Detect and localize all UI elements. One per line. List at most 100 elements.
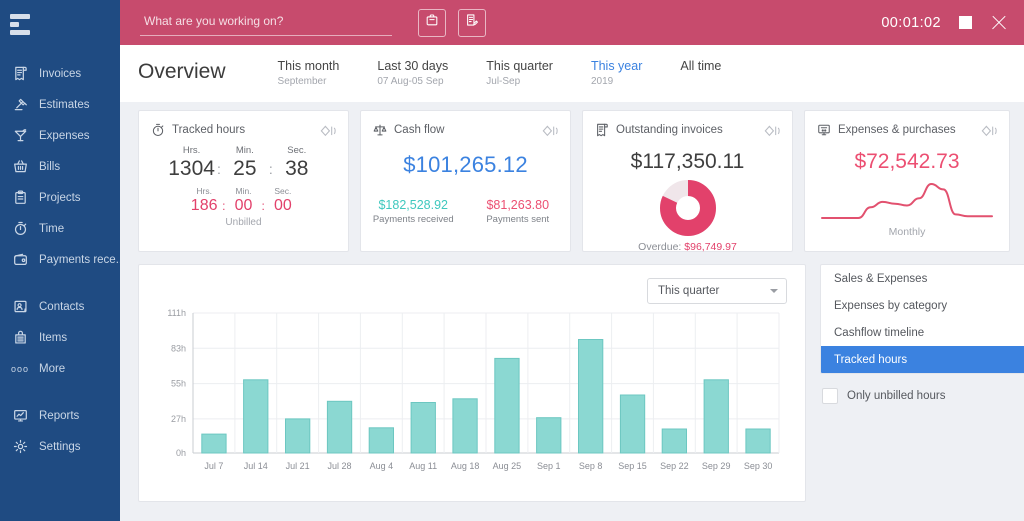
page-title: Overview [138,60,226,83]
tab-last-30-days[interactable]: Last 30 days 07 Aug-05 Sep [377,59,448,89]
page-header: Overview This month September Last 30 da… [120,45,1024,102]
minutes-unit: Min. 25 [223,145,267,180]
seconds-unit: Sec. 38 [275,145,319,180]
main-area: 00:01:02 Overview This month September L… [120,0,1024,521]
expand-diamond-icon[interactable] [764,124,782,137]
invoice-icon [594,122,610,138]
sidebar-item-payments-received[interactable]: Payments rece... [0,244,120,275]
svg-text:Sep 30: Sep 30 [744,461,773,471]
sidebar-item-label: Estimates [39,98,90,111]
stop-square-icon[interactable] [959,16,972,29]
outstanding-amount: $117,350.11 [630,150,745,173]
svg-text:27h: 27h [171,414,186,424]
only-unbilled-hours-checkbox[interactable] [822,388,838,404]
report-item-tracked-hours[interactable]: Tracked hours [821,346,1024,373]
payments-received: $182,528.92 Payments received [361,198,466,225]
svg-text:Aug 25: Aug 25 [493,461,522,471]
minutes-value: 00 [234,197,253,214]
sidebar-item-contacts[interactable]: Contacts [0,291,120,322]
gavel-icon [10,95,30,115]
svg-text:55h: 55h [171,379,186,389]
sidebar-item-label: Projects [39,191,81,204]
briefcase-icon [425,13,439,32]
svg-text:83h: 83h [171,343,186,353]
sidebar-item-invoices[interactable]: Invoices [0,58,120,89]
svg-text:Sep 1: Sep 1 [537,461,561,471]
report-item-label: Sales & Expenses [834,272,928,285]
sidebar-item-reports[interactable]: Reports [0,400,120,431]
sidebar-item-more[interactable]: ooo More [0,353,120,384]
card-tracked-hours: Tracked hours Hrs. 1304 : Min. 25: Sec.… [138,110,349,252]
seconds-value: 00 [273,197,292,214]
svg-text:Aug 18: Aug 18 [451,461,480,471]
briefcase-button[interactable] [418,8,446,37]
sent-amount: $81,263.80 [486,198,550,212]
sidebar-item-expenses[interactable]: Expenses [0,120,120,151]
card-cash-flow: Cash flow $101,265.12 $182,528.92 Paymen… [360,110,571,252]
card-expenses-purchases: Expenses & purchases $72,542.73 Monthly [804,110,1010,252]
sidebar-item-estimates[interactable]: Estimates [0,89,120,120]
sidebar-item-items[interactable]: Items [0,322,120,353]
timer-toolbar: 00:01:02 [120,0,1024,45]
tab-sublabel: 07 Aug-05 Sep [377,76,444,87]
sidebar: Invoices Estimates Expenses Bills Projec… [0,0,120,521]
sidebar-item-label: Bills [39,160,61,173]
unbilled-label: Unbilled [225,217,262,228]
tab-this-quarter[interactable]: This quarter Jul-Sep [486,59,553,89]
sidebar-item-label: Items [39,331,68,344]
tab-label: This quarter [486,59,553,73]
sidebar-item-time[interactable]: Time [0,213,120,244]
sidebar-item-bills[interactable]: Bills [0,151,120,182]
seconds-unit: Sec. 00 [266,186,300,215]
separator: : [216,161,221,177]
ellipsis-icon: ooo [10,363,30,374]
hours-unit: Hrs. 1304 [168,145,215,180]
report-item-sales-expenses[interactable]: Sales & Expenses [821,265,1024,292]
svg-text:Sep 29: Sep 29 [702,461,731,471]
sent-label: Payments sent [486,214,550,225]
overdue-amount: $96,749.97 [684,241,737,253]
unbilled-filter-row: Only unbilled hours [820,388,1024,404]
task-note-button[interactable] [458,8,486,37]
sidebar-item-label: Reports [39,409,80,422]
sidebar-divider-2 [0,384,120,400]
card-title: Expenses & purchases [838,124,956,136]
tab-this-month[interactable]: This month September [278,59,340,89]
svg-text:Aug 11: Aug 11 [409,461,437,471]
tab-label: This month [277,59,340,73]
overdue-label: Overdue: [638,241,682,253]
clipboard-icon [10,188,30,208]
expand-diamond-icon[interactable] [320,124,338,137]
tab-all-time[interactable]: All time [680,59,721,89]
sidebar-item-projects[interactable]: Projects [0,182,120,213]
tab-this-year[interactable]: This year 2019 [591,59,642,89]
expand-diamond-icon[interactable] [542,124,560,137]
sidebar-item-label: Invoices [39,67,82,80]
report-item-expenses-by-category[interactable]: Expenses by category [821,292,1024,319]
timer-description-input[interactable] [140,9,392,36]
tab-label: Last 30 days [377,59,449,73]
expand-diamond-icon[interactable] [981,124,999,137]
app-logo[interactable] [0,0,120,48]
report-item-cashflow-timeline[interactable]: Cashflow timeline [821,319,1024,346]
scales-icon [372,122,388,138]
report-list: Sales & Expenses Expenses by category Ca… [820,264,1024,374]
stopwatch-icon [150,122,166,138]
invoice-icon [10,64,30,84]
report-item-label: Tracked hours [834,353,908,366]
chart-range-select[interactable]: This quarter [647,278,787,304]
card-header: Cash flow [361,111,570,138]
chevron-down-icon [770,289,778,293]
separator: : [268,161,273,177]
sidebar-item-label: Settings [39,440,81,453]
tab-label: This year [590,59,643,73]
svg-text:Sep 15: Sep 15 [618,461,647,471]
card-title: Outstanding invoices [616,124,723,136]
items-box-icon [10,328,30,348]
tab-sublabel: Jul-Sep [486,76,521,87]
cocktail-icon [10,126,30,146]
wallet-icon [10,250,30,270]
sidebar-item-settings[interactable]: Settings [0,431,120,462]
close-icon[interactable] [990,14,1008,32]
app-root: Invoices Estimates Expenses Bills Projec… [0,0,1024,521]
